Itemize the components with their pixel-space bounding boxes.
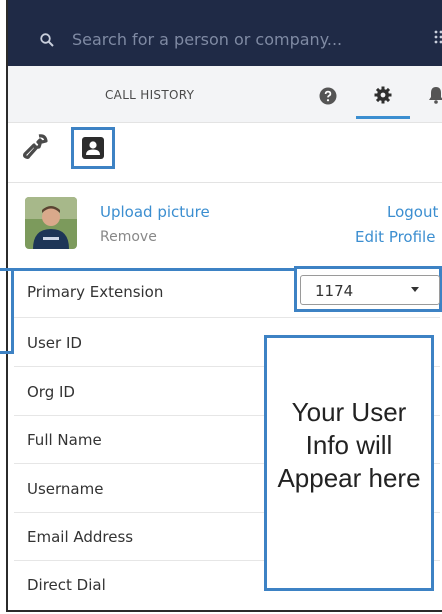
divider [14,317,440,318]
logout-link[interactable]: Logout [387,203,438,221]
tab-bar: CALL HISTORY [8,66,442,123]
highlight-bracket [0,268,14,354]
settings-subtabs [8,122,442,183]
edit-profile-link[interactable]: Edit Profile [355,228,435,246]
primary-extension-select[interactable]: 1174 [300,275,440,305]
direct-dial-label: Direct Dial [27,576,106,594]
search-bar: Search for a person or company... [8,0,442,66]
search-input[interactable]: Search for a person or company... [72,30,342,49]
highlight-line [12,268,296,271]
avatar [25,197,77,249]
extension-value: 1174 [315,282,354,300]
search-icon [40,33,54,47]
upload-picture-link[interactable]: Upload picture [100,203,210,221]
chevron-down-icon [411,287,419,292]
contact-tab[interactable] [71,127,115,169]
email-address-label: Email Address [27,528,134,546]
username-label: Username [27,480,104,498]
contact-card-icon [82,137,104,159]
tab-call-history[interactable]: CALL HISTORY [105,88,194,102]
grid-icon[interactable] [434,30,442,46]
full-name-label: Full Name [27,431,102,449]
active-tab-indicator [356,116,410,119]
gear-icon[interactable] [374,86,392,104]
user-id-label: User ID [27,334,82,352]
primary-extension-label: Primary Extension [27,283,164,301]
wrench-icon[interactable] [22,134,48,160]
org-id-label: Org ID [27,383,75,401]
callout-text: Your User Info will Appear here [277,397,421,493]
user-info-callout: Your User Info will Appear here [264,335,434,591]
help-icon[interactable] [319,87,337,105]
remove-picture-link[interactable]: Remove [100,229,157,245]
bell-icon[interactable] [428,86,442,104]
